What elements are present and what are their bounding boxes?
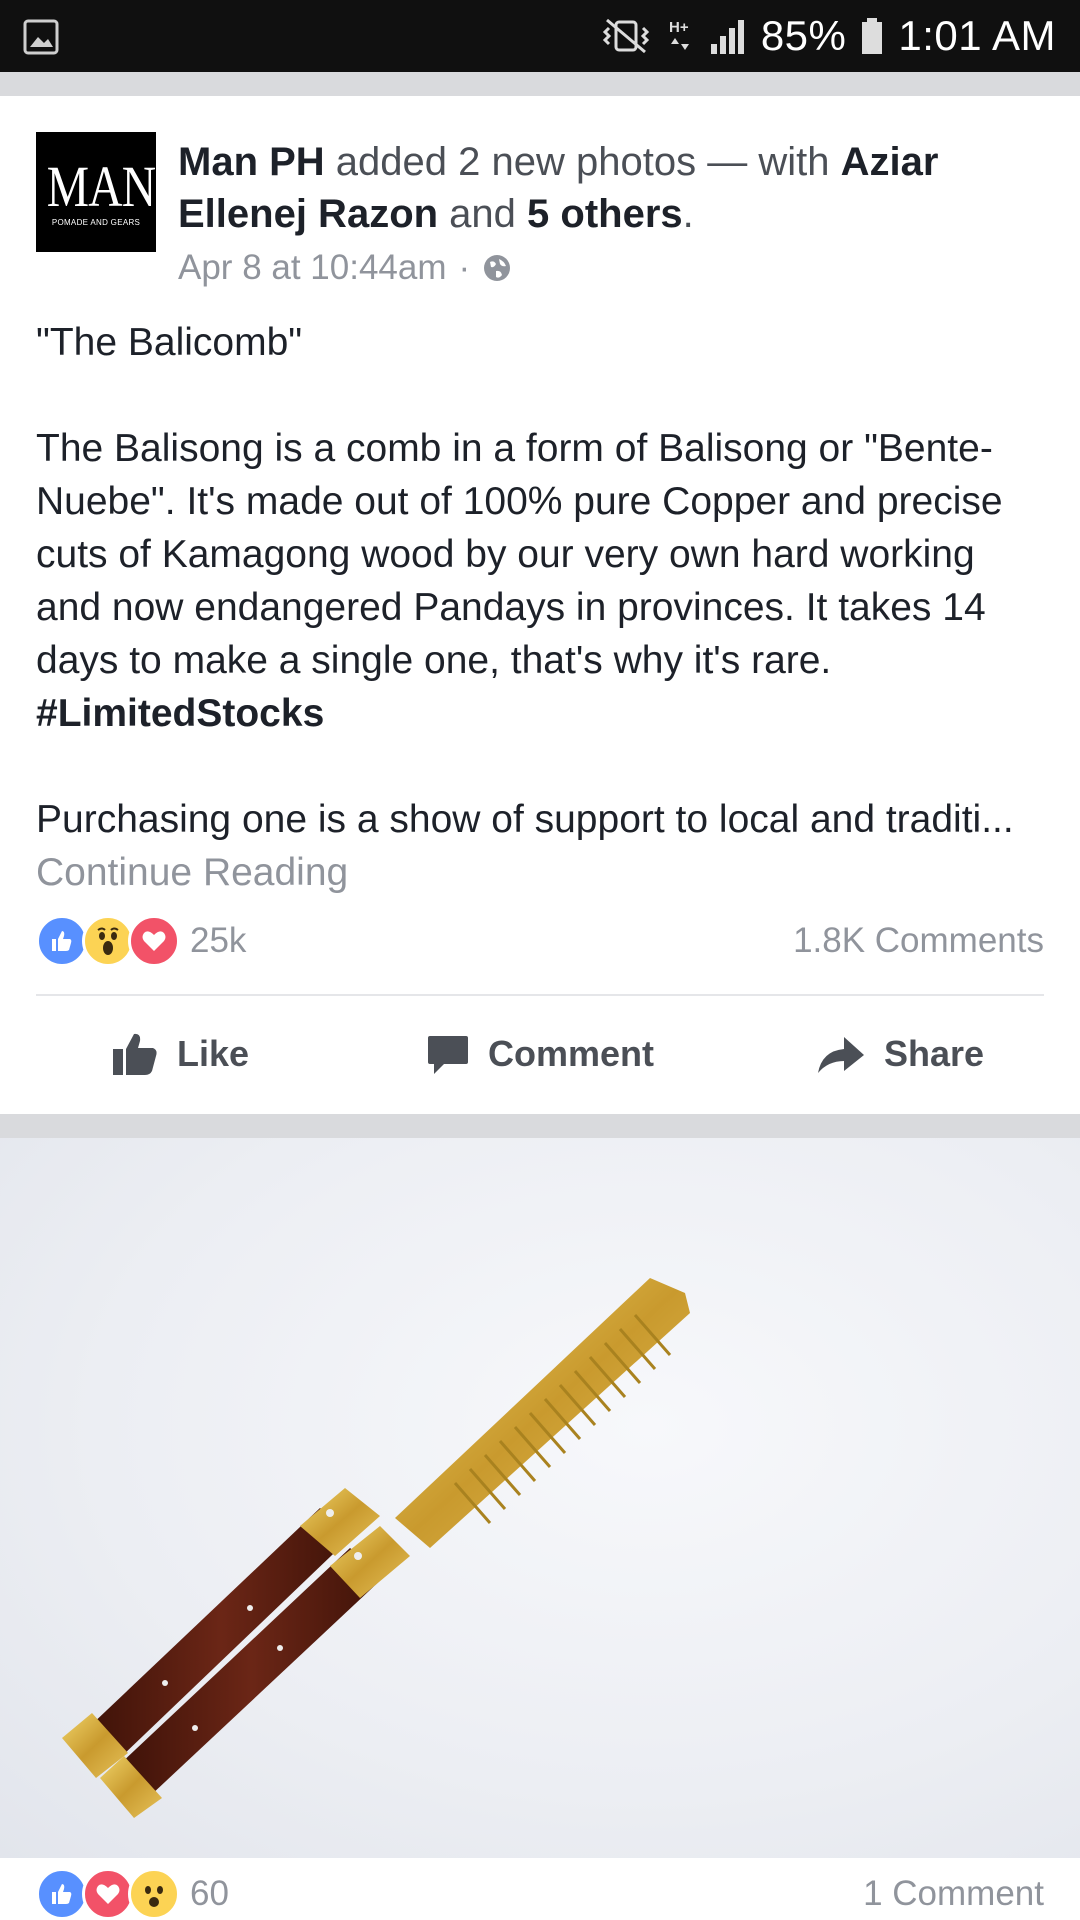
like-reaction-icon bbox=[36, 1868, 88, 1920]
share-label: Share bbox=[883, 1033, 985, 1074]
balicomb-photo-illustration bbox=[62, 1278, 690, 1818]
like-label: Like bbox=[176, 1033, 250, 1074]
reaction-icons bbox=[36, 915, 180, 967]
clock: 1:01 AM bbox=[898, 12, 1056, 59]
wow-reaction-icon bbox=[82, 915, 134, 967]
post-body: "The Balicomb" The Balisong is a comb in… bbox=[36, 316, 1046, 899]
timestamp[interactable]: Apr 8 at 10:44am bbox=[178, 248, 447, 288]
post-headline: Man PH added 2 new photos — with Aziar E… bbox=[178, 136, 1038, 240]
photo-reactions-bar[interactable]: 60 1 Comment bbox=[0, 1858, 1080, 1920]
comment-icon bbox=[427, 1036, 468, 1074]
comment-label: Comment bbox=[487, 1033, 654, 1074]
reactions-summary[interactable]: 25k 1.8K Comments bbox=[36, 915, 1044, 967]
love-reaction-icon bbox=[82, 1868, 134, 1920]
end-punct: . bbox=[682, 192, 694, 236]
network-hplus-icon: H+ bbox=[669, 19, 689, 50]
post-paragraph-2: Purchasing one is a show of support to l… bbox=[36, 793, 1046, 899]
share-button[interactable]: Share bbox=[720, 1033, 1080, 1075]
tagged-others[interactable]: 5 others bbox=[527, 192, 683, 236]
comment-button[interactable]: Comment bbox=[360, 1032, 720, 1076]
post-meta: Apr 8 at 10:44am · bbox=[178, 248, 512, 288]
action-bar: Like Comment Share bbox=[0, 996, 1080, 1112]
haha-reaction-icon bbox=[128, 1868, 180, 1920]
hashtag-link[interactable]: #LimitedStocks bbox=[36, 692, 324, 735]
comments-count[interactable]: 1.8K Comments bbox=[793, 921, 1044, 961]
battery-icon bbox=[862, 18, 883, 54]
author-name[interactable]: Man PH bbox=[178, 140, 325, 184]
globe-icon bbox=[484, 255, 511, 281]
like-reaction-icon bbox=[36, 915, 88, 967]
signal-icon bbox=[710, 20, 744, 54]
paragraph-2-text: Purchasing one is a show of support to l… bbox=[36, 798, 1014, 841]
svg-text:H+: H+ bbox=[669, 19, 689, 36]
post-card: MAN POMADE AND GEARS Man PH added 2 new … bbox=[0, 96, 1080, 1114]
share-arrow-icon bbox=[817, 1037, 864, 1073]
post-title-line: "The Balicomb" bbox=[36, 321, 303, 364]
love-reaction-icon bbox=[128, 915, 180, 967]
like-button[interactable]: Like bbox=[0, 1031, 360, 1077]
page-avatar[interactable]: MAN POMADE AND GEARS bbox=[36, 132, 156, 252]
thumbs-up-icon bbox=[112, 1033, 157, 1075]
meta-dot: · bbox=[458, 248, 471, 287]
status-bar: H+ 85% 1:01 AM bbox=[0, 0, 1080, 72]
photo-reaction-count: 60 bbox=[190, 1874, 229, 1913]
vibrate-mute-icon bbox=[602, 18, 649, 54]
paragraph-text: The Balisong is a comb in a form of Bali… bbox=[36, 427, 1003, 682]
logo-text: MAN bbox=[46, 154, 156, 219]
battery-percent: 85% bbox=[760, 12, 847, 59]
reaction-count: 25k bbox=[190, 921, 247, 960]
photo-reaction-icons bbox=[36, 1868, 180, 1920]
gallery-notification-icon bbox=[23, 19, 59, 55]
post-paragraph: The Balisong is a comb in a form of Bali… bbox=[36, 422, 1046, 740]
logo-subtext: POMADE AND GEARS bbox=[51, 218, 141, 227]
action-text: added 2 new photos — with bbox=[324, 140, 841, 184]
post-photo[interactable] bbox=[0, 1138, 1080, 1858]
continue-reading-link[interactable]: Continue Reading bbox=[36, 851, 348, 894]
photo-comments-count[interactable]: 1 Comment bbox=[863, 1874, 1044, 1914]
and-text: and bbox=[438, 192, 528, 236]
